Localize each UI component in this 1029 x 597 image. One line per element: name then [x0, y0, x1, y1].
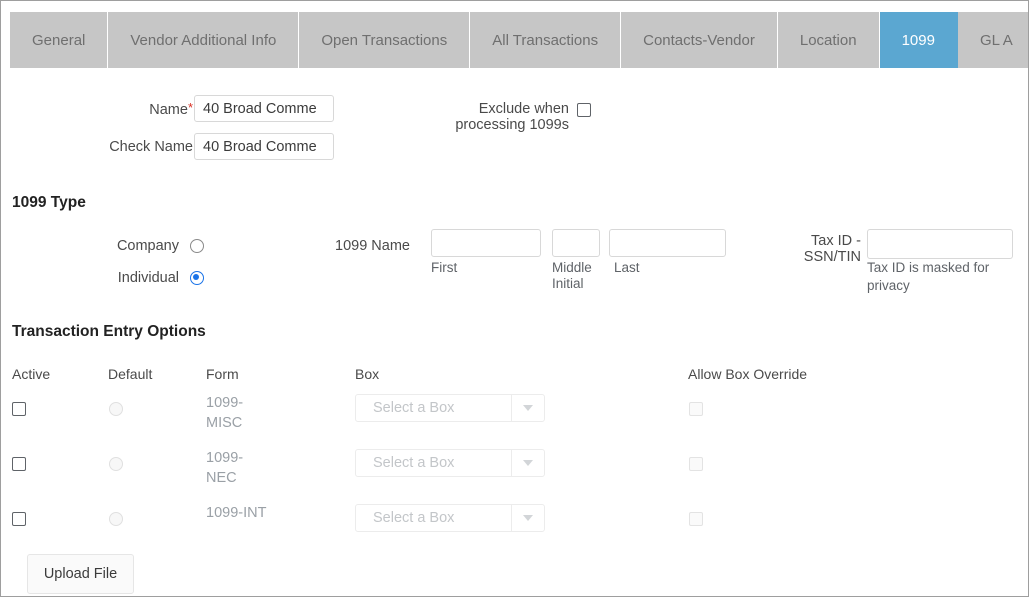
row-form-name: 1099- NEC	[206, 449, 276, 488]
row-box-select-arrow[interactable]	[511, 450, 544, 476]
tax-id-input[interactable]	[867, 229, 1013, 259]
tab-bar: General Vendor Additional Info Open Tran…	[10, 12, 1028, 68]
chevron-down-icon	[523, 405, 533, 411]
1099-name-label: 1099 Name	[335, 238, 410, 254]
row-box-select[interactable]: Select a Box	[355, 504, 545, 532]
tab-general[interactable]: General	[10, 12, 109, 68]
exclude-1099s-label-line2: processing 1099s	[455, 117, 569, 133]
row-form-name: 1099-INT	[206, 504, 286, 524]
row-box-select-arrow[interactable]	[511, 395, 544, 421]
check-name-input[interactable]	[194, 133, 334, 160]
row-box-select-arrow[interactable]	[511, 505, 544, 531]
tax-id-helper-line2: privacy	[867, 278, 910, 294]
table-row: 1099- MISC Select a Box	[1, 394, 1028, 449]
row-allow-override-checkbox[interactable]	[689, 512, 703, 526]
row-allow-override-checkbox[interactable]	[689, 457, 703, 471]
tab-all-transactions[interactable]: All Transactions	[470, 12, 622, 68]
1099-first-name-sublabel: First	[431, 260, 458, 275]
exclude-1099s-label-line1: Exclude when	[478, 101, 569, 117]
row-allow-override-checkbox[interactable]	[689, 402, 703, 416]
row-form-name-line1: 1099-	[206, 450, 244, 466]
row-form-name-line1: 1099-INT	[206, 505, 267, 521]
1099-middle-initial-sublabel: Middle Initial	[552, 260, 604, 292]
exclude-1099s-label: Exclude when processing 1099s	[421, 101, 569, 133]
radio-individual[interactable]	[190, 271, 204, 285]
column-header-form: Form	[206, 366, 239, 382]
tab-location[interactable]: Location	[777, 12, 880, 68]
tab-open-transactions[interactable]: Open Transactions	[299, 12, 471, 68]
row-box-select-value: Select a Box	[373, 510, 455, 526]
row-box-select-value: Select a Box	[373, 455, 455, 471]
tax-id-helper-text: Tax ID is masked for privacy	[867, 259, 1017, 295]
chevron-down-icon	[523, 515, 533, 521]
tax-id-label-line2: SSN/TIN	[803, 249, 861, 265]
row-box-select[interactable]: Select a Box	[355, 449, 545, 477]
section-title-1099-type: 1099 Type	[12, 194, 86, 211]
row-active-checkbox[interactable]	[12, 457, 26, 471]
row-active-checkbox[interactable]	[12, 512, 26, 526]
column-header-active: Active	[12, 366, 51, 382]
tab-gl-accounts[interactable]: GL A	[957, 12, 1028, 68]
chevron-down-icon	[523, 460, 533, 466]
radio-label-company: Company	[116, 238, 179, 254]
row-active-checkbox[interactable]	[12, 402, 26, 416]
row-form-name: 1099- MISC	[206, 394, 276, 433]
radio-company[interactable]	[190, 239, 204, 253]
upload-file-button[interactable]: Upload File	[27, 554, 134, 594]
tab-vendor-additional-info[interactable]: Vendor Additional Info	[108, 12, 300, 68]
row-form-name-line1: 1099-	[206, 395, 244, 411]
name-label: Name	[149, 102, 188, 118]
column-header-box: Box	[355, 366, 380, 382]
tax-id-label: Tax ID - SSN/TIN	[761, 233, 861, 265]
1099-middle-initial-sublabel-line2: Initial	[552, 276, 584, 292]
1099-middle-initial-input[interactable]	[552, 229, 600, 257]
check-name-label: Check Name	[109, 139, 193, 155]
name-input[interactable]	[194, 95, 334, 122]
1099-last-name-input[interactable]	[609, 229, 726, 257]
row-default-radio[interactable]	[109, 402, 123, 416]
tab-1099[interactable]: 1099	[879, 12, 958, 68]
tax-id-label-line1: Tax ID -	[811, 233, 861, 249]
1099-first-name-input[interactable]	[431, 229, 541, 257]
1099-last-name-sublabel: Last	[614, 260, 640, 275]
table-row: 1099-INT Select a Box	[1, 504, 1028, 559]
table-row: 1099- NEC Select a Box	[1, 449, 1028, 504]
row-box-select-value: Select a Box	[373, 400, 455, 416]
row-default-radio[interactable]	[109, 512, 123, 526]
row-default-radio[interactable]	[109, 457, 123, 471]
radio-label-individual: Individual	[117, 270, 179, 286]
tax-id-helper-line1: Tax ID is masked for	[867, 260, 990, 275]
column-header-allow-box-override: Allow Box Override	[688, 366, 808, 382]
row-form-name-line2: NEC	[206, 469, 237, 486]
name-required-asterisk: *	[187, 100, 193, 115]
tab-contacts-vendor[interactable]: Contacts-Vendor	[621, 12, 778, 68]
vendor-1099-page: General Vendor Additional Info Open Tran…	[0, 0, 1029, 597]
column-header-default: Default	[108, 366, 153, 382]
section-title-transaction-entry-options: Transaction Entry Options	[12, 323, 206, 340]
name-label-wrap: Name*	[119, 101, 193, 119]
exclude-1099s-checkbox[interactable]	[577, 103, 591, 117]
row-box-select[interactable]: Select a Box	[355, 394, 545, 422]
row-form-name-line2: MISC	[206, 414, 243, 431]
1099-middle-initial-sublabel-line1: Middle	[552, 260, 592, 275]
